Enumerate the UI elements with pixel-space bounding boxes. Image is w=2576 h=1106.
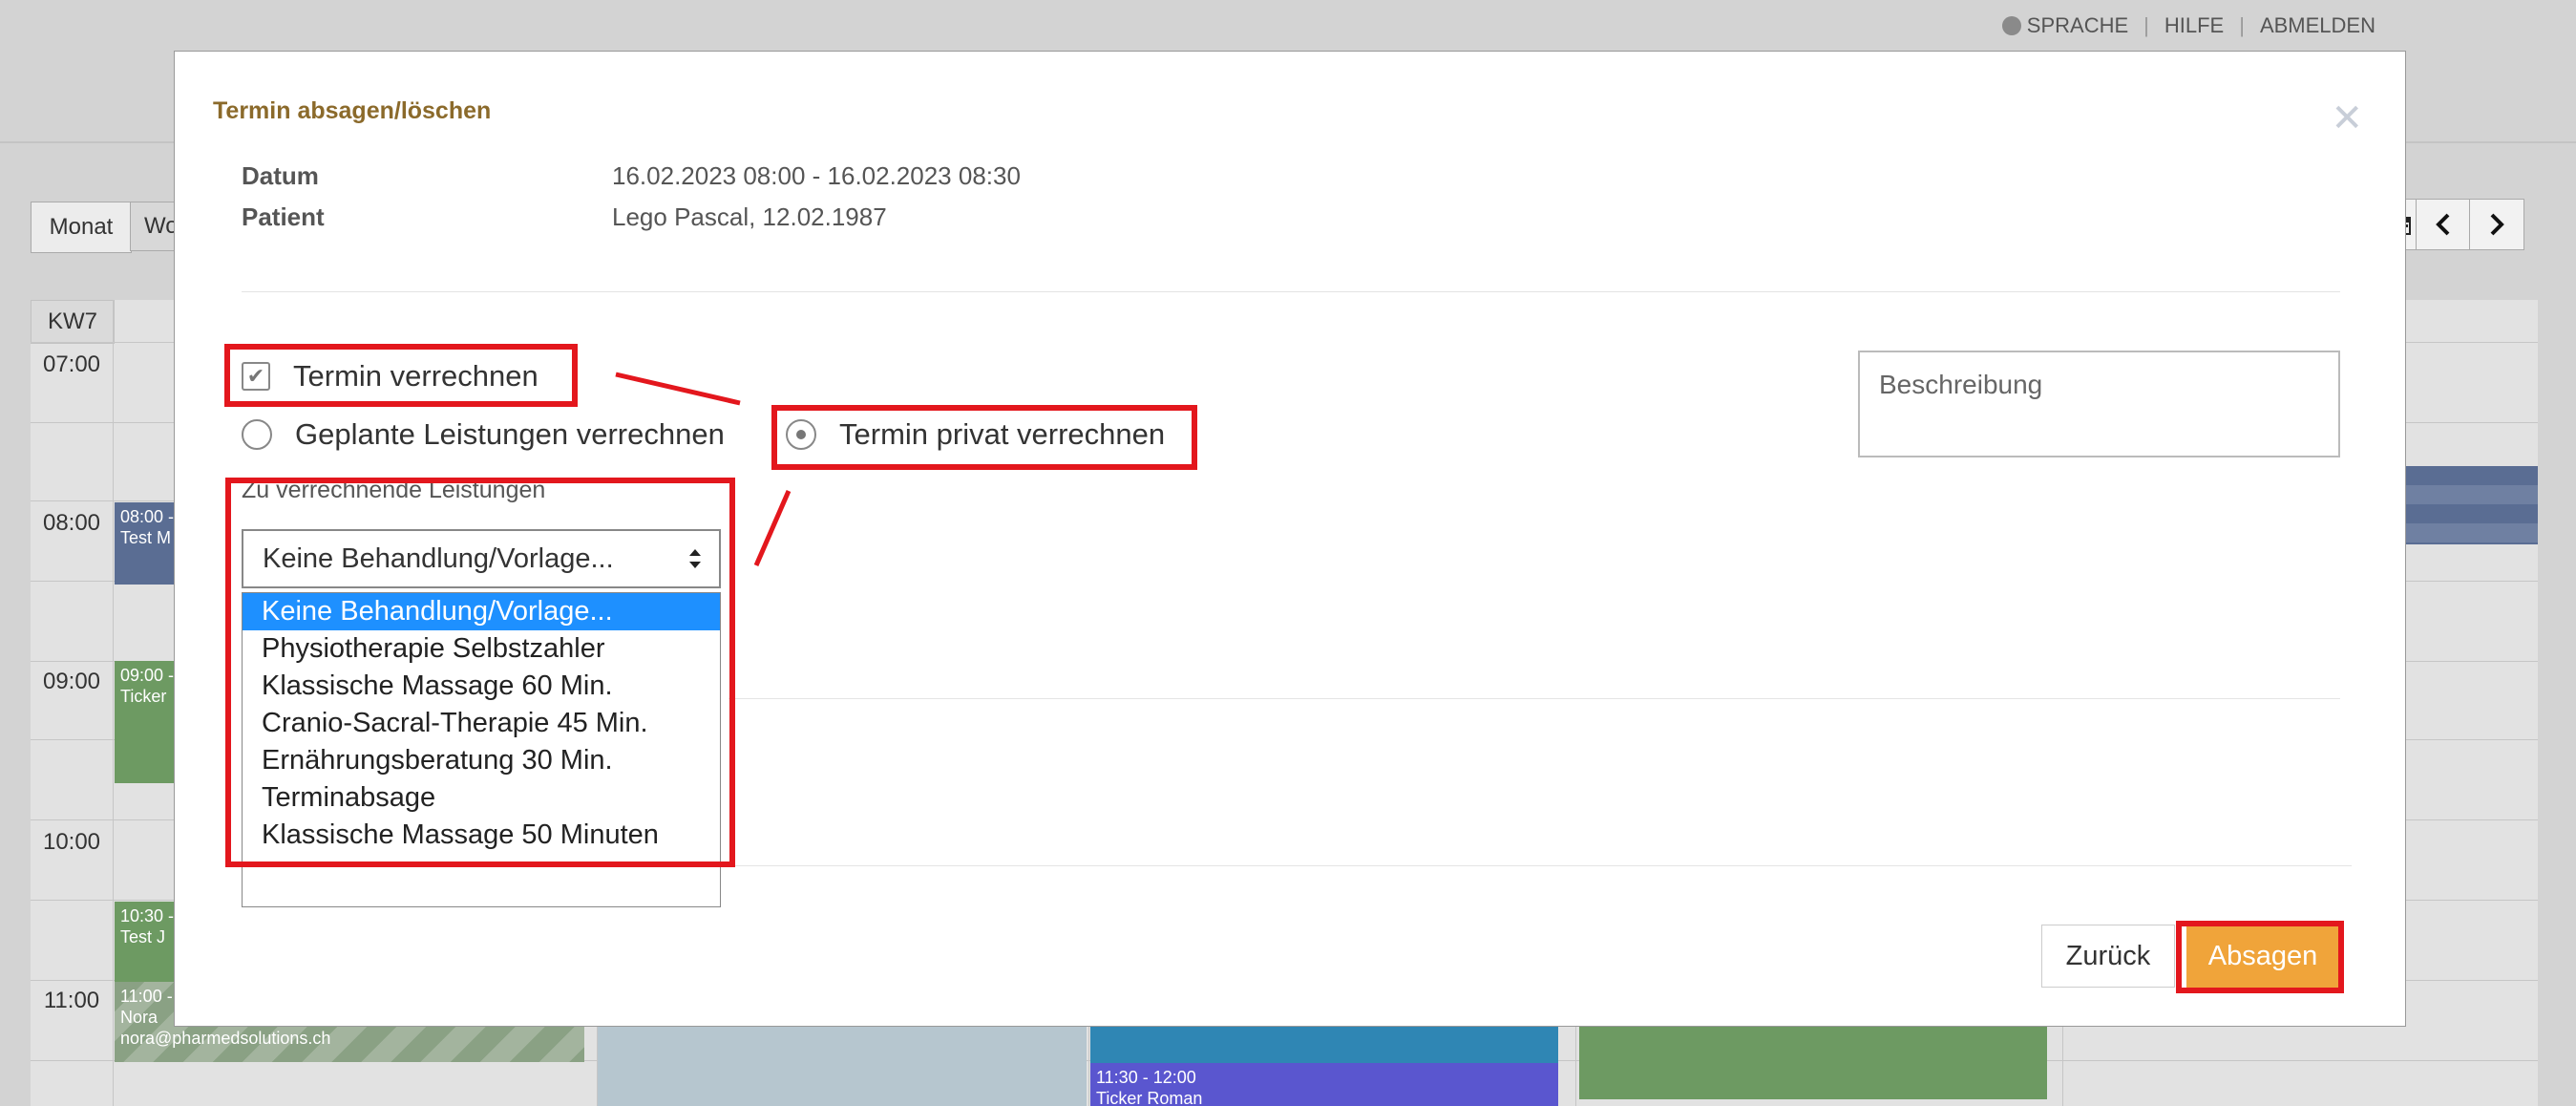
dropdown-option[interactable]: Terminabsage xyxy=(243,779,720,817)
dropdown-option[interactable]: Keine Behandlung/Vorlage... xyxy=(243,593,720,630)
language-link[interactable]: SPRACHE xyxy=(2001,13,2128,38)
date-label: Datum xyxy=(242,161,319,190)
check-icon: ✔ xyxy=(242,362,270,391)
calendar-event-block[interactable] xyxy=(1090,1027,1558,1063)
calendar-event[interactable]: 08:00 - Test M xyxy=(115,502,181,585)
bill-appointment-checkbox[interactable]: ✔ Termin verrechnen xyxy=(242,359,538,393)
cancel-appointment-dialog: Termin absagen/löschen ✕ Datum 16.02.202… xyxy=(174,51,2406,1027)
prev-week-button[interactable] xyxy=(2416,199,2471,250)
calendar-event-block[interactable] xyxy=(598,1027,1087,1106)
sort-arrows-icon xyxy=(689,549,701,568)
help-link[interactable]: HILFE xyxy=(2164,13,2224,38)
private-billing-label: Termin privat verrechnen xyxy=(839,417,1166,451)
description-field[interactable]: Beschreibung xyxy=(1858,351,2340,457)
logout-link[interactable]: ABMELDEN xyxy=(2260,13,2375,38)
services-dropdown-list: Keine Behandlung/Vorlage... Physiotherap… xyxy=(242,592,721,907)
cancel-appointment-button[interactable]: Absagen xyxy=(2186,925,2339,988)
hour-label: 10:00 xyxy=(42,829,101,855)
services-label: Zu verrechnende Leistungen xyxy=(242,477,546,503)
radio-selected-icon xyxy=(786,419,816,450)
calendar-event-block[interactable] xyxy=(1579,1027,2047,1099)
private-billing-radio[interactable]: Termin privat verrechnen xyxy=(786,417,1165,452)
globe-icon xyxy=(2001,16,2021,35)
week-number: KW7 xyxy=(31,300,115,344)
radio-icon xyxy=(242,419,272,450)
dropdown-option[interactable]: Klassische Massage 60 Min. xyxy=(243,668,720,705)
planned-services-label: Geplante Leistungen verrechnen xyxy=(295,417,725,451)
calendar-event-block[interactable] xyxy=(2406,466,2538,544)
dropdown-option[interactable]: Klassische Massage 50 Minuten xyxy=(243,817,720,854)
hour-label: 08:00 xyxy=(42,510,101,536)
services-select[interactable]: Keine Behandlung/Vorlage... xyxy=(242,529,721,588)
chevron-right-icon xyxy=(2490,213,2504,236)
hour-label: 09:00 xyxy=(42,669,101,694)
hour-label: 07:00 xyxy=(42,351,101,377)
patient-label: Patient xyxy=(242,202,325,231)
dropdown-option[interactable]: Cranio-Sacral-Therapie 45 Min. xyxy=(243,705,720,742)
dropdown-option[interactable]: Physiotherapie Selbstzahler xyxy=(243,630,720,668)
patient-value: Lego Pascal, 12.02.1987 xyxy=(612,202,887,231)
calendar-event[interactable]: 09:00 - Ticker xyxy=(115,661,181,783)
close-icon[interactable]: ✕ xyxy=(2331,99,2363,138)
hour-label: 11:00 xyxy=(43,988,100,1013)
calendar-event[interactable]: 10:30 - Test J xyxy=(115,902,181,982)
services-select-value: Keine Behandlung/Vorlage... xyxy=(263,542,614,574)
dropdown-option[interactable]: Ernährungsberatung 30 Min. xyxy=(243,742,720,779)
bill-appointment-label: Termin verrechnen xyxy=(293,359,538,393)
calendar-event[interactable]: 11:30 - 12:00 Ticker Roman xyxy=(1090,1063,1558,1106)
next-week-button[interactable] xyxy=(2469,199,2524,250)
chevron-left-icon xyxy=(2436,213,2450,236)
view-month-button[interactable]: Monat xyxy=(31,202,132,253)
date-value: 16.02.2023 08:00 - 16.02.2023 08:30 xyxy=(612,161,1021,190)
top-links: SPRACHE | HILFE | ABMELDEN xyxy=(2001,13,2375,38)
back-button[interactable]: Zurück xyxy=(2041,925,2175,988)
dialog-title: Termin absagen/löschen xyxy=(213,97,492,124)
planned-services-radio[interactable]: Geplante Leistungen verrechnen xyxy=(242,417,725,452)
